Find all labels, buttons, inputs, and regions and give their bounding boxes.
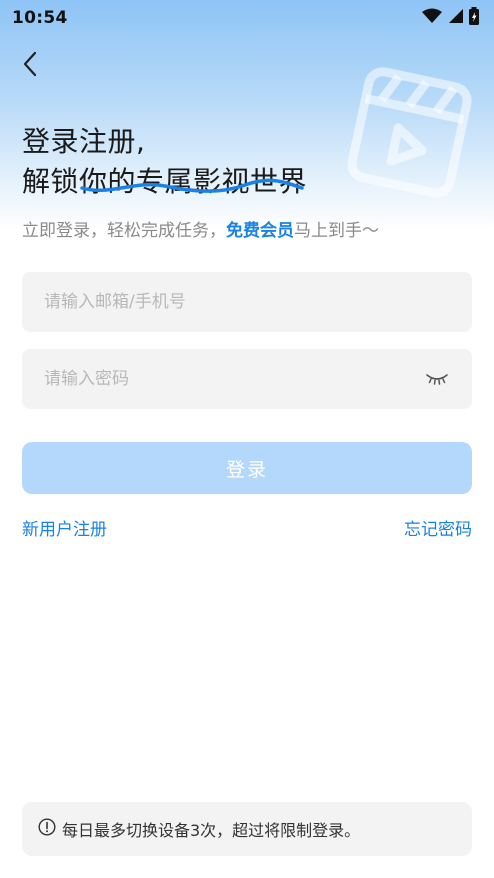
- status-bar: 10:54: [0, 0, 494, 36]
- eye-closed-icon[interactable]: [424, 369, 450, 389]
- battery-icon: [468, 7, 480, 29]
- title-line-1: 登录注册,: [22, 125, 146, 158]
- info-icon: [38, 818, 56, 840]
- login-button[interactable]: 登录: [22, 442, 472, 494]
- film-clapper-icon: [338, 60, 478, 200]
- wave-underline-decoration: [80, 176, 305, 196]
- signal-icon: [447, 8, 463, 28]
- subtitle: 立即登录，轻松完成任务，免费会员马上到手～: [22, 216, 379, 241]
- subtitle-suffix: 马上到手～: [294, 221, 379, 241]
- password-input[interactable]: [44, 369, 424, 389]
- device-limit-notice: 每日最多切换设备3次，超过将限制登录。: [22, 802, 472, 856]
- notice-text: 每日最多切换设备3次，超过将限制登录。: [62, 821, 361, 840]
- back-arrow-icon: [22, 51, 38, 81]
- status-time: 10:54: [12, 8, 68, 28]
- account-field[interactable]: [22, 272, 472, 332]
- password-field[interactable]: [22, 349, 472, 409]
- subtitle-highlight: 免费会员: [226, 221, 294, 241]
- subtitle-prefix: 立即登录，轻松完成任务，: [22, 221, 226, 241]
- back-button[interactable]: [14, 50, 46, 82]
- register-link[interactable]: 新用户注册: [22, 515, 107, 540]
- account-input[interactable]: [44, 292, 450, 312]
- status-icons: [422, 7, 480, 29]
- wifi-icon: [422, 8, 442, 28]
- forgot-password-link[interactable]: 忘记密码: [404, 515, 472, 540]
